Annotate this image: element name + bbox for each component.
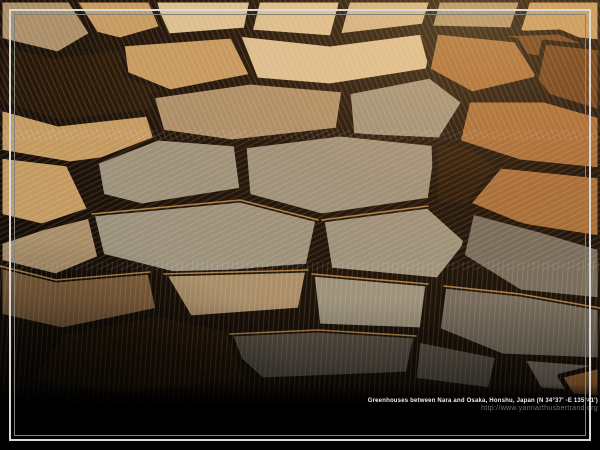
caption: Greenhouses between Nara and Osaka, Hons… (368, 397, 598, 413)
greenhouse-aerial-photo (0, 0, 600, 450)
caption-title: Greenhouses between Nara and Osaka, Hons… (368, 397, 598, 405)
caption-url: http://www.yannarthusbertrand.org (368, 405, 598, 413)
wallpaper: Greenhouses between Nara and Osaka, Hons… (0, 0, 600, 450)
